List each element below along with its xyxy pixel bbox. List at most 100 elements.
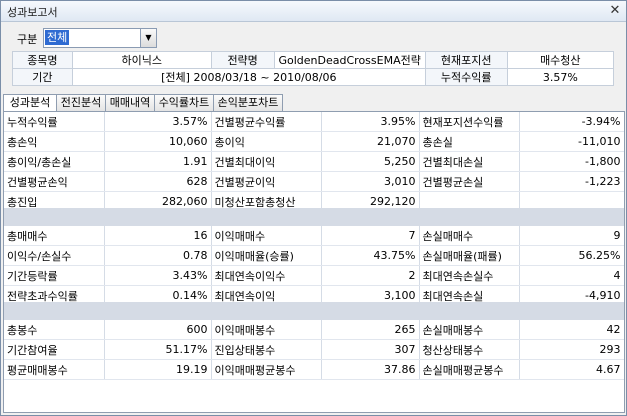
metric-label: 이익수/손실수 xyxy=(4,245,105,266)
metric-value: 21,070 xyxy=(321,131,420,152)
table-row: 기간참여율 51.17% 진입상태봉수 307 청산상태봉수 293 xyxy=(4,339,624,360)
cumulative-return-value: 3.57% xyxy=(506,68,615,86)
metric-label: 이익매매평균봉수 xyxy=(211,359,322,380)
metric-value: 16 xyxy=(104,226,212,246)
metric-value: 19.19 xyxy=(104,359,212,380)
metric-label: 건별평균손실 xyxy=(419,171,520,192)
metric-value: 307 xyxy=(321,339,420,360)
metric-value: 3.95% xyxy=(321,112,420,132)
period-value: [전체] 2008/03/18 ~ 2010/08/06 xyxy=(71,68,426,86)
metric-label: 건별평균이익 xyxy=(211,171,322,192)
chevron-down-icon[interactable]: ▼ xyxy=(140,29,156,47)
filter-label: 구분 xyxy=(17,33,38,46)
metric-value: 42 xyxy=(519,320,624,340)
metric-label: 이익매매수 xyxy=(211,226,322,246)
close-icon[interactable]: ✕ xyxy=(608,4,622,17)
position-label: 현재포지션 xyxy=(424,51,508,69)
table-row: 총이익/총손실 1.91 건별최대이익 5,250 건별최대손실 -1,800 xyxy=(4,151,624,172)
metric-label: 최대연속손실수 xyxy=(419,265,520,286)
metric-value: 37.86 xyxy=(321,359,420,380)
metric-label: 손실매매평균봉수 xyxy=(419,359,520,380)
metric-label: 총손실 xyxy=(419,131,520,152)
tab-trade-history[interactable]: 매매내역 xyxy=(105,94,155,111)
cumulative-return-label: 누적수익률 xyxy=(424,68,508,86)
tab-return-chart[interactable]: 수익률차트 xyxy=(154,94,214,111)
metric-value: 3.57% xyxy=(104,112,212,132)
metric-value: 2 xyxy=(321,265,420,286)
metric-label: 건별평균수익률 xyxy=(211,112,322,132)
metric-value: 628 xyxy=(104,171,212,192)
metric-value: 265 xyxy=(321,320,420,340)
metric-value: 1.91 xyxy=(104,151,212,172)
metric-label: 최대연속이익수 xyxy=(211,265,322,286)
bar-count-table: 총봉수 600 이익매매봉수 265 손실매매봉수 42 기간참여율 51.17% 진입상태봉수… xyxy=(4,320,624,380)
metric-value: 4.67 xyxy=(519,359,624,380)
metric-label: 건별최대손실 xyxy=(419,151,520,172)
metric-value: 10,060 xyxy=(104,131,212,152)
metric-label: 총매매수 xyxy=(4,226,105,246)
metric-label: 기간등락률 xyxy=(4,265,105,286)
metric-value: 293 xyxy=(519,339,624,360)
item-name-value: 하이닉스 xyxy=(71,51,212,69)
category-dropdown[interactable]: 전체 ▼ xyxy=(43,28,157,48)
summary-info-table: 종목명 하이닉스 전략명 GoldenDeadCrossEMA전략 현재포지션 … xyxy=(12,51,615,86)
table-row: 건별평균손익 628 건별평균이익 3,010 건별평균손실 -1,223 xyxy=(4,171,624,192)
metric-label: 손실매매수 xyxy=(419,226,520,246)
metric-label: 건별최대이익 xyxy=(211,151,322,172)
metric-label: 현재포지션수익률 xyxy=(419,112,520,132)
section-separator xyxy=(4,208,624,226)
metric-label: 총이익 xyxy=(211,131,322,152)
metric-value: 51.17% xyxy=(104,339,212,360)
position-value: 매수청산 xyxy=(506,51,615,69)
table-row: 누적수익률 3.57% 건별평균수익률 3.95% 현재포지션수익률 -3.94% xyxy=(4,112,624,132)
table-row: 총손익 10,060 총이익 21,070 총손실 -11,010 xyxy=(4,131,624,152)
metric-value: 3.43% xyxy=(104,265,212,286)
table-row: 총봉수 600 이익매매봉수 265 손실매매봉수 42 xyxy=(4,320,624,340)
profit-summary-table: 누적수익률 3.57% 건별평균수익률 3.95% 현재포지션수익률 -3.94% 총손익 1… xyxy=(4,112,624,212)
metric-value: -3.94% xyxy=(519,112,624,132)
item-name-label: 종목명 xyxy=(12,51,73,69)
metric-label: 총봉수 xyxy=(4,320,105,340)
performance-report-window: 성과보고서 ✕ 구분 전체 ▼ 종목명 하이닉스 전략명 GoldenDeadC… xyxy=(0,0,627,416)
trade-count-table: 총매매수 16 이익매매수 7 손실매매수 9 이익수/손실수 0.78 이익매매율(승률) 43… xyxy=(4,226,624,306)
metric-label: 진입상태봉수 xyxy=(211,339,322,360)
table-row: 평균매매봉수 19.19 이익매매평균봉수 37.86 손실매매평균봉수 4.67 xyxy=(4,359,624,380)
table-row: 기간등락률 3.43% 최대연속이익수 2 최대연속손실수 4 xyxy=(4,265,624,286)
metric-value: -1,223 xyxy=(519,171,624,192)
period-label: 기간 xyxy=(12,68,73,86)
metric-label: 청산상태봉수 xyxy=(419,339,520,360)
window-title: 성과보고서 xyxy=(7,6,58,19)
title-bar: 성과보고서 ✕ xyxy=(1,1,626,22)
metric-label: 손실매매율(패률) xyxy=(419,245,520,266)
table-row: 이익수/손실수 0.78 이익매매율(승률) 43.75% 손실매매율(패률) 56.25… xyxy=(4,245,624,266)
section-separator xyxy=(4,302,624,320)
strategy-label: 전략명 xyxy=(210,51,275,69)
metric-value: -1,800 xyxy=(519,151,624,172)
metric-label: 누적수익률 xyxy=(4,112,105,132)
metric-value: 43.75% xyxy=(321,245,420,266)
metric-value: 56.25% xyxy=(519,245,624,266)
metric-value: 4 xyxy=(519,265,624,286)
metric-value: 0.78 xyxy=(104,245,212,266)
metric-value: 7 xyxy=(321,226,420,246)
strategy-value: GoldenDeadCrossEMA전략 xyxy=(273,51,426,69)
metric-value: 5,250 xyxy=(321,151,420,172)
tab-performance-analysis[interactable]: 성과분석 xyxy=(3,94,57,112)
metric-label: 이익매매봉수 xyxy=(211,320,322,340)
category-dropdown-value: 전체 xyxy=(45,30,70,45)
tab-pnl-distribution-chart[interactable]: 손익분포차트 xyxy=(213,94,283,111)
metric-value: -11,010 xyxy=(519,131,624,152)
metric-value: 9 xyxy=(519,226,624,246)
metric-value: 600 xyxy=(104,320,212,340)
metric-label: 총손익 xyxy=(4,131,105,152)
metric-label: 건별평균손익 xyxy=(4,171,105,192)
metric-label: 총이익/총손실 xyxy=(4,151,105,172)
table-row: 총매매수 16 이익매매수 7 손실매매수 9 xyxy=(4,226,624,246)
metric-label: 손실매매봉수 xyxy=(419,320,520,340)
metric-label: 이익매매율(승률) xyxy=(211,245,322,266)
metric-label: 평균매매봉수 xyxy=(4,359,105,380)
metric-value: 3,010 xyxy=(321,171,420,192)
metric-label: 기간참여율 xyxy=(4,339,105,360)
tab-forward-analysis[interactable]: 전진분석 xyxy=(56,94,106,111)
performance-panel: 누적수익률 3.57% 건별평균수익률 3.95% 현재포지션수익률 -3.94% 총손익 1… xyxy=(3,111,625,413)
